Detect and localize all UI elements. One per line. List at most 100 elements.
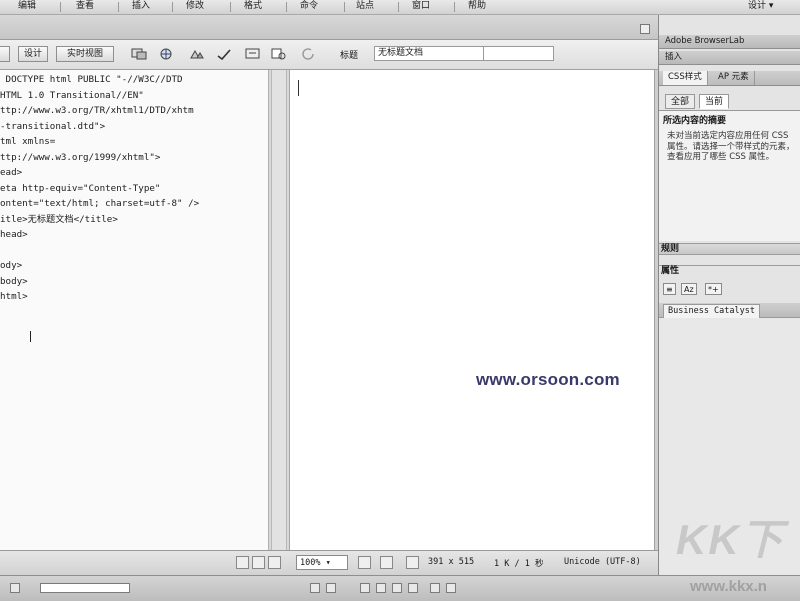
document-toolbar: 设计 实时视图 标题 无标题文档 <box>0 40 658 70</box>
visual-aids-icon[interactable] <box>270 46 288 62</box>
menu-help-label: 帮助 <box>468 1 487 11</box>
insert-panel-header[interactable]: 插入 <box>659 51 800 65</box>
indent-icon[interactable] <box>408 583 418 593</box>
link-icon[interactable] <box>446 583 456 593</box>
menu-separator <box>454 2 455 12</box>
css-current-button[interactable]: 当前 <box>699 94 730 109</box>
outdent-icon[interactable] <box>392 583 402 593</box>
italic-icon[interactable] <box>326 583 336 593</box>
preview-browser-icon[interactable] <box>158 46 176 62</box>
menu-insert[interactable]: 插入 <box>132 0 150 14</box>
window-size-desktop-icon[interactable] <box>406 556 419 569</box>
css-panel-tabs: CSS样式 AP 元素 <box>659 71 800 86</box>
status-bar: 100% ▾ 391 x 515 1 K / 1 秒 Unicode (UTF-… <box>0 550 658 575</box>
menu-separator <box>172 2 173 12</box>
css-summary-area: 所选内容的摘要 未对当前选定内容应用任何 CSS 属性。请选择一个带样式的元素，… <box>659 110 800 241</box>
menu-format[interactable]: 格式 <box>244 0 262 14</box>
code-view-pane[interactable]: DOCTYPE html PUBLIC "-//W3C//DTD HTML 1.0… <box>0 70 269 550</box>
window-size-readout[interactable]: 391 x 515 <box>428 557 474 567</box>
design-view-pane[interactable]: www.orsoon.com <box>290 70 654 550</box>
html-props-icon[interactable] <box>10 583 20 593</box>
hand-tool-icon[interactable] <box>252 556 265 569</box>
workspace-label: 设计 <box>748 1 767 11</box>
code-text[interactable]: DOCTYPE html PUBLIC "-//W3C//DTD HTML 1.0… <box>0 72 199 305</box>
code-line[interactable]: html> <box>0 289 199 305</box>
window-size-phone-icon[interactable] <box>358 556 371 569</box>
file-management-icon[interactable] <box>188 46 206 62</box>
menu-site[interactable]: 站点 <box>356 0 374 14</box>
code-line[interactable]: tml xmlns= <box>0 134 199 150</box>
menu-commands[interactable]: 命令 <box>300 0 318 14</box>
tab-elements-label: 元素 <box>731 72 749 82</box>
menu-format-label: 格式 <box>244 1 263 11</box>
live-view-label: 实时视图 <box>66 49 103 59</box>
menu-insert-label: 插入 <box>132 1 151 11</box>
code-line[interactable]: ead> <box>0 165 199 181</box>
menu-separator <box>286 2 287 12</box>
menu-separator <box>118 2 119 12</box>
workspace-switcher[interactable]: 设计 ▾ <box>748 0 773 14</box>
props-label: 属性 <box>661 266 680 276</box>
menu-modify-label: 修改 <box>186 1 205 11</box>
check-browser-icon[interactable] <box>244 46 262 62</box>
business-catalyst-tab[interactable]: Business Catalyst <box>663 304 760 318</box>
design-view-button[interactable]: 设计 <box>18 46 48 62</box>
code-line[interactable]: ody> <box>0 258 199 274</box>
browserlab-panel-header[interactable]: Adobe BrowserLab <box>659 35 800 49</box>
code-line[interactable]: ttp://www.w3.org/TR/xhtml1/DTD/xhtm <box>0 103 199 119</box>
code-line[interactable]: eta http-equiv="Content-Type" <box>0 181 199 197</box>
code-line[interactable]: ontent="text/html; charset=utf-8" /> <box>0 196 199 212</box>
pane-splitter[interactable] <box>269 70 290 550</box>
menu-view[interactable]: 查看 <box>76 0 94 14</box>
restore-icon[interactable] <box>640 24 650 34</box>
show-list-icon[interactable]: Az <box>681 283 697 295</box>
menu-edit[interactable]: 编辑 <box>18 0 36 14</box>
properties-section-header[interactable]: 属性 <box>659 265 800 277</box>
format-select[interactable] <box>40 583 130 593</box>
w3c-validation-icon[interactable] <box>216 46 234 62</box>
code-line[interactable]: itle>无标题文档</title> <box>0 212 199 228</box>
title-prop-icon[interactable] <box>430 583 440 593</box>
kk-logo: KK下 <box>676 516 785 563</box>
css-all-button[interactable]: 全部 <box>665 94 696 109</box>
show-category-icon[interactable]: ≡ <box>663 283 676 295</box>
code-view-button[interactable] <box>0 46 10 62</box>
title-input-extension <box>484 46 554 61</box>
splitter-bar[interactable] <box>271 70 287 550</box>
show-set-icon[interactable]: *+ <box>705 283 722 295</box>
bold-icon[interactable] <box>310 583 320 593</box>
text-cursor <box>30 331 31 342</box>
document-title-input[interactable]: 无标题文档 <box>374 46 484 61</box>
code-line[interactable] <box>0 243 199 259</box>
multiscreen-icon[interactable] <box>130 46 148 62</box>
title-label: 标题 <box>340 51 359 61</box>
tab-css-styles[interactable]: CSS样式 <box>663 71 708 85</box>
rules-section-header[interactable]: 规则 <box>659 243 800 255</box>
ordered-list-icon[interactable] <box>376 583 386 593</box>
code-line[interactable]: body> <box>0 274 199 290</box>
select-tool-icon[interactable] <box>236 556 249 569</box>
code-line[interactable]: DOCTYPE html PUBLIC "-//W3C//DTD <box>0 72 199 88</box>
menu-separator <box>398 2 399 12</box>
menu-modify[interactable]: 修改 <box>186 0 204 14</box>
code-line[interactable]: head> <box>0 227 199 243</box>
zoom-select[interactable]: 100% ▾ <box>296 555 348 570</box>
window-size-tablet-icon[interactable] <box>380 556 393 569</box>
insert-title: 插入 <box>665 52 683 62</box>
code-line[interactable]: ttp://www.w3.org/1999/xhtml"> <box>0 150 199 166</box>
summary-title: 所选内容的摘要 <box>663 116 727 126</box>
design-view-label: 设计 <box>23 49 42 59</box>
menu-help[interactable]: 帮助 <box>468 0 486 14</box>
tab-ap-elements[interactable]: AP 元素 <box>713 71 755 85</box>
refresh-icon[interactable] <box>300 46 318 62</box>
menu-window[interactable]: 窗口 <box>412 0 430 14</box>
menu-separator <box>344 2 345 12</box>
code-line[interactable]: -transitional.dtd"> <box>0 119 199 135</box>
zoom-value: 100% <box>300 558 321 568</box>
zoom-tool-icon[interactable] <box>268 556 281 569</box>
live-view-button[interactable]: 实时视图 <box>56 46 114 62</box>
code-line[interactable]: HTML 1.0 Transitional//EN" <box>0 88 199 104</box>
panel-dock: Adobe BrowserLab 插入 CSS样式 AP 元素 全部 当前 所选… <box>658 15 800 575</box>
menu-edit-label: 编辑 <box>18 1 37 11</box>
list-icon[interactable] <box>360 583 370 593</box>
